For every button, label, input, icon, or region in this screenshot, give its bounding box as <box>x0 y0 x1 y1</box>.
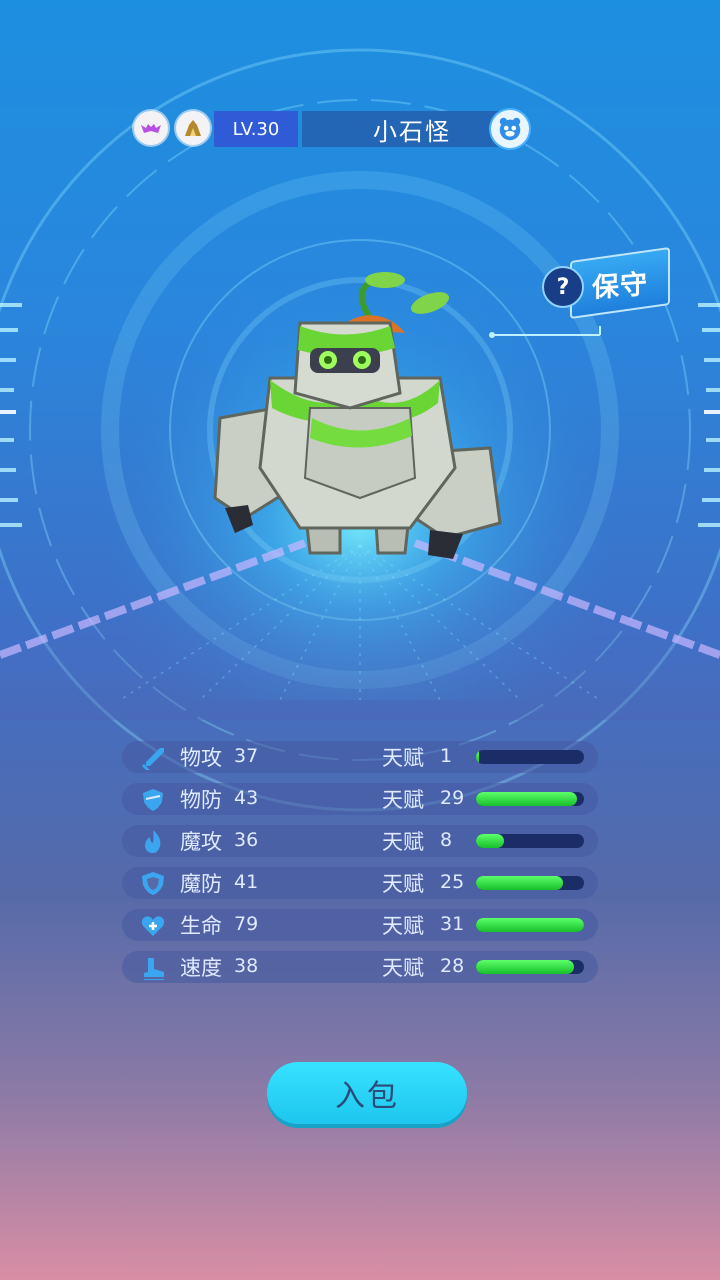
talent-value: 1 <box>440 745 453 767</box>
stat-row: 魔防 41 天赋 25 <box>122 867 598 899</box>
talent-value: 28 <box>440 955 465 977</box>
talent-bar <box>476 960 584 974</box>
stat-value: 37 <box>234 745 259 767</box>
stat-value: 36 <box>234 829 259 851</box>
level-label: LV.30 <box>214 111 298 147</box>
talent-bar-fill <box>476 834 504 848</box>
stat-row: 魔攻 36 天赋 8 <box>122 825 598 857</box>
talent-label: 天赋 <box>382 830 424 854</box>
stat-row: 生命 79 天赋 31 <box>122 909 598 941</box>
pet-header: LV.30 小石怪 <box>134 110 530 148</box>
talent-bar <box>476 834 584 848</box>
sword-icon <box>142 748 164 770</box>
talent-value: 29 <box>440 787 465 809</box>
talent-bar <box>476 750 584 764</box>
talent-bar-fill <box>476 876 564 890</box>
pet-name: 小石怪 <box>302 111 522 147</box>
add-to-bag-button[interactable]: 入包 <box>267 1062 467 1124</box>
talent-bar-fill <box>476 750 480 764</box>
talent-bar <box>476 792 584 806</box>
personality-label: 保守 <box>592 268 648 304</box>
talent-label: 天赋 <box>382 746 424 770</box>
stat-label: 物防 <box>180 788 222 812</box>
flame-icon <box>145 830 161 853</box>
stat-value: 38 <box>234 955 259 977</box>
talent-label: 天赋 <box>382 872 424 896</box>
stat-label: 魔攻 <box>180 830 222 854</box>
stat-label: 速度 <box>180 956 222 980</box>
stat-label: 生命 <box>180 914 222 938</box>
stat-value: 41 <box>234 871 259 893</box>
rock-element-icon[interactable] <box>176 111 210 145</box>
talent-bar <box>476 876 584 890</box>
help-icon[interactable]: ? <box>542 266 584 308</box>
talent-bar-fill <box>476 918 584 932</box>
shield-icon <box>143 789 163 811</box>
talent-label: 天赋 <box>382 956 424 980</box>
bat-wing-icon[interactable] <box>134 111 168 145</box>
stone-golem-figure <box>213 272 502 559</box>
talent-bar-fill <box>476 792 577 806</box>
stat-value: 79 <box>234 913 259 935</box>
personality-plate: 保守 <box>570 246 670 320</box>
talent-value: 8 <box>440 829 453 851</box>
stat-label: 物攻 <box>180 746 222 770</box>
magic-shield-icon <box>142 872 164 895</box>
personality-tag[interactable]: 保守 ? <box>542 246 670 320</box>
stat-row: 物防 43 天赋 29 <box>122 783 598 815</box>
talent-bar-fill <box>476 960 574 974</box>
heart-plus-icon <box>141 916 165 936</box>
talent-bar <box>476 918 584 932</box>
boot-icon <box>144 958 164 980</box>
talent-label: 天赋 <box>382 914 424 938</box>
talent-value: 31 <box>440 913 465 935</box>
pet-face-icon[interactable] <box>491 110 529 148</box>
talent-value: 25 <box>440 871 465 893</box>
stat-value: 43 <box>234 787 259 809</box>
stat-row: 物攻 37 天赋 1 <box>122 741 598 773</box>
talent-label: 天赋 <box>382 788 424 812</box>
stat-row: 速度 38 天赋 28 <box>122 951 598 983</box>
stat-label: 魔防 <box>180 872 222 896</box>
stats-panel: 物攻 37 天赋 1 物防 43 天赋 29 魔攻 36 天赋 8 魔防 41 … <box>122 741 598 993</box>
